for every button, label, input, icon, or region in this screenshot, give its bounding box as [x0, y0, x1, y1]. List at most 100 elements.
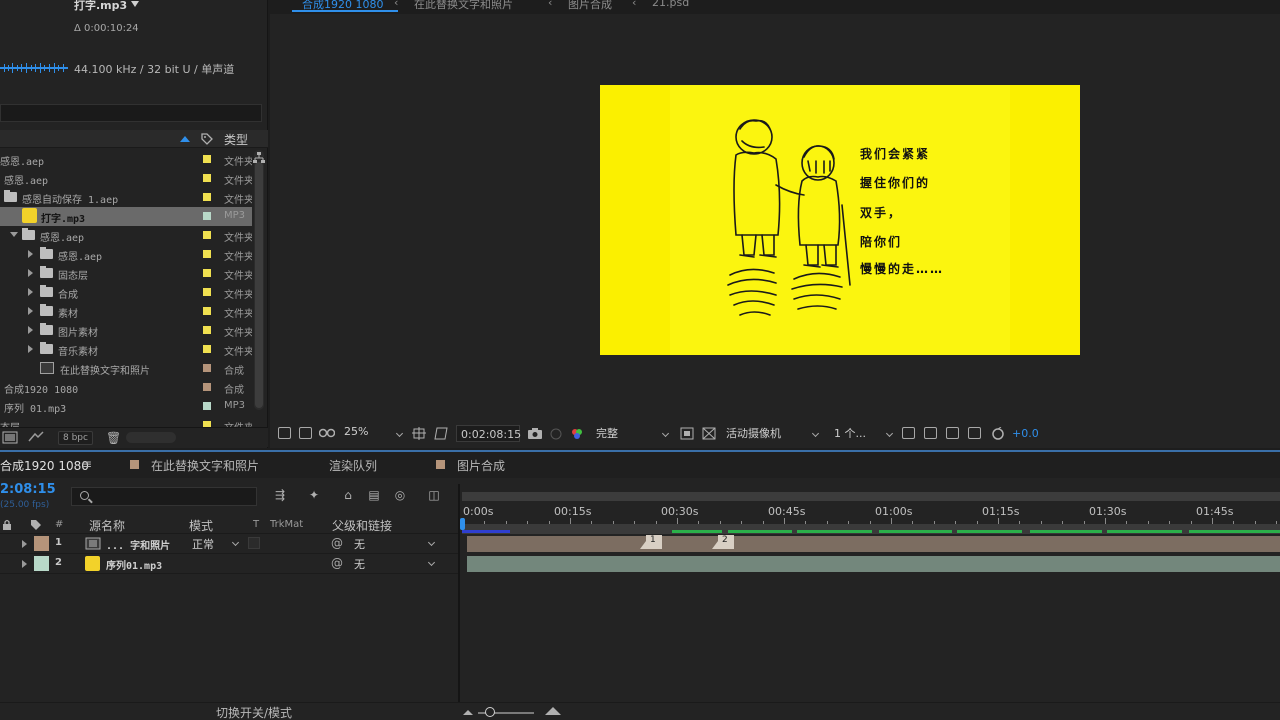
project-item[interactable]: 合成 文件夹: [0, 283, 252, 302]
parent-dropdown[interactable]: 无: [350, 555, 440, 572]
scrollbar-thumb[interactable]: [255, 162, 263, 408]
monitor-icon[interactable]: [299, 427, 312, 439]
column-trkmat[interactable]: TrkMat: [270, 519, 303, 530]
expand-folder-icon[interactable]: [28, 345, 33, 353]
breadcrumb-item-psd[interactable]: 21.psd: [652, 0, 689, 9]
zoom-slider-knob[interactable]: [485, 707, 495, 717]
layer-name[interactable]: ... 字和照片: [106, 537, 170, 552]
project-item[interactable]: 感恩.aep 文件夹: [0, 226, 252, 245]
region-icon[interactable]: [680, 427, 694, 440]
snapshot-camera-icon[interactable]: [527, 427, 543, 440]
camera-dropdown[interactable]: 活动摄像机: [722, 425, 822, 442]
region-of-interest-icon[interactable]: [434, 427, 448, 440]
channel-rgb-icon[interactable]: [570, 427, 584, 440]
reset-exposure-icon[interactable]: [991, 427, 1005, 440]
fit-frame-icon[interactable]: [412, 427, 426, 440]
label-color-swatch[interactable]: [203, 288, 211, 296]
tab-render-queue[interactable]: 渲染队列: [329, 457, 377, 474]
parent-dropdown[interactable]: 无: [350, 535, 440, 552]
label-color-swatch[interactable]: [203, 174, 211, 182]
project-item[interactable]: 打字.mp3 MP3: [0, 207, 252, 226]
label-color-swatch[interactable]: [203, 364, 211, 372]
expand-folder-icon[interactable]: [28, 269, 33, 277]
project-item[interactable]: 素材 文件夹: [0, 302, 252, 321]
project-search-input[interactable]: [0, 104, 262, 122]
expand-folder-icon[interactable]: [28, 326, 33, 334]
project-item[interactable]: 固态层 文件夹: [0, 264, 252, 283]
project-item[interactable]: 图片素材 文件夹: [0, 321, 252, 340]
label-color-swatch[interactable]: [203, 345, 211, 353]
label-color-swatch[interactable]: [203, 326, 211, 334]
pick-whip-icon[interactable]: @: [331, 536, 343, 550]
label-tag-icon[interactable]: [201, 133, 213, 145]
breadcrumb-item-comp[interactable]: 合成1920 1080: [302, 0, 384, 12]
project-item[interactable]: 感恩.aep 文件夹: [0, 150, 252, 169]
project-item[interactable]: 序列 01.mp3 MP3: [0, 397, 252, 416]
exposure-value[interactable]: +0.0: [1012, 427, 1039, 440]
column-parent[interactable]: 父级和链接: [332, 517, 392, 534]
project-item[interactable]: 感恩.aep 文件夹: [0, 169, 252, 188]
layer-row-1[interactable]: 1 ... 字和照片 正常 @ 无: [0, 534, 458, 554]
zoom-dropdown[interactable]: 25%: [340, 425, 406, 442]
label-color-swatch[interactable]: [203, 193, 211, 201]
timecode-field[interactable]: 0:02:08:15: [456, 425, 521, 442]
thumbnail-slider[interactable]: [126, 432, 176, 443]
blend-mode-dropdown[interactable]: 正常: [188, 535, 244, 552]
column-source-name[interactable]: 源名称: [89, 517, 125, 534]
current-time-indicator[interactable]: [460, 518, 465, 530]
tab-comp-1920[interactable]: 合成1920 1080: [0, 457, 89, 474]
collapse-folder-icon[interactable]: [10, 232, 18, 237]
trash-icon[interactable]: 🗑: [106, 431, 121, 445]
layer-row-2[interactable]: 2 序列01.mp3 @ 无: [0, 554, 458, 574]
shy-layers-icon[interactable]: ⌂: [340, 488, 356, 504]
label-color-swatch[interactable]: [203, 307, 211, 315]
label-color-swatch[interactable]: [203, 269, 211, 277]
hamburger-menu-icon[interactable]: ≡: [82, 457, 92, 471]
label-color-swatch[interactable]: [203, 212, 211, 220]
column-type[interactable]: 类型: [224, 131, 248, 148]
draft-3d-icon[interactable]: ✦: [306, 488, 322, 504]
graph-editor-icon[interactable]: ◫: [426, 488, 442, 504]
sort-ascending-icon[interactable]: [180, 136, 190, 142]
timeline-toggle-icon[interactable]: [946, 427, 959, 439]
project-scrollbar[interactable]: [254, 150, 264, 410]
tab-replace-text-photo[interactable]: 在此替换文字和照片: [151, 457, 259, 474]
show-snapshot-icon[interactable]: [549, 427, 563, 440]
label-color-swatch[interactable]: [203, 402, 211, 410]
layer-bar-1[interactable]: 1 2: [467, 535, 1280, 552]
label-color-swatch[interactable]: [203, 155, 211, 163]
flowchart-toggle-icon[interactable]: [968, 427, 981, 439]
current-time-display[interactable]: 2:08:15: [0, 482, 56, 497]
expand-layer-icon[interactable]: [22, 560, 27, 568]
tab-image-comp[interactable]: 图片合成: [457, 457, 505, 474]
flowchart-icon[interactable]: [253, 152, 265, 164]
time-ruler[interactable]: 0:00s 00:15s 00:30s 00:45s 01:00s 01:15s 01:30…: [462, 492, 1280, 524]
layer-color-swatch[interactable]: [34, 536, 49, 551]
project-item[interactable]: 感恩自动保存 1.aep 文件夹: [0, 188, 252, 207]
toggle-pixel-aspect-icon[interactable]: [902, 427, 915, 439]
layer-color-swatch[interactable]: [34, 556, 49, 571]
transparency-grid-icon[interactable]: [702, 427, 716, 440]
project-item[interactable]: 感恩.aep 文件夹: [0, 245, 252, 264]
preserve-transparency-checkbox[interactable]: [248, 537, 260, 549]
label-color-swatch[interactable]: [203, 231, 211, 239]
project-item[interactable]: 合成1920 1080 合成: [0, 378, 252, 397]
resolution-dropdown[interactable]: 完整: [592, 425, 672, 442]
work-area-bar[interactable]: [462, 492, 1280, 501]
layer-search-input[interactable]: [71, 487, 257, 506]
layer-bar-2[interactable]: [467, 556, 1280, 572]
expand-folder-icon[interactable]: [28, 307, 33, 315]
composition-canvas[interactable]: 我们会紧紧 握住你们的 双手， 陪你们 慢慢的走……: [600, 85, 1080, 355]
project-item[interactable]: 在此替换文字和照片 合成: [0, 359, 252, 378]
project-item[interactable]: 音乐素材 文件夹: [0, 340, 252, 359]
zoom-out-icon[interactable]: [462, 708, 474, 716]
3d-glasses-icon[interactable]: [319, 427, 335, 439]
label-color-swatch[interactable]: [203, 250, 211, 258]
label-color-swatch[interactable]: [203, 383, 211, 391]
always-preview-icon[interactable]: [278, 427, 291, 439]
file-dropdown-icon[interactable]: [131, 1, 139, 7]
motion-blur-icon[interactable]: ◎: [392, 488, 408, 504]
column-mode[interactable]: 模式: [189, 517, 213, 534]
color-depth-button[interactable]: 8 bpc: [58, 431, 93, 445]
views-dropdown[interactable]: 1 个...: [830, 425, 896, 442]
